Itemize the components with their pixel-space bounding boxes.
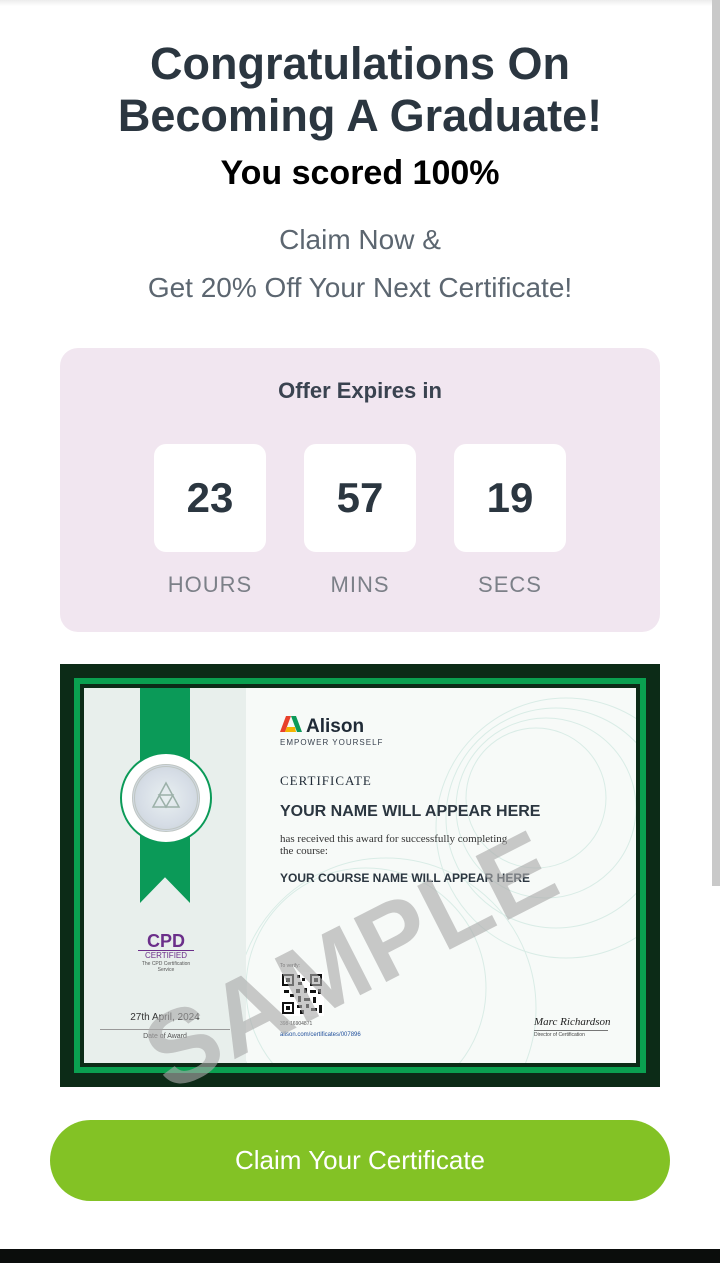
offer-title: Offer Expires in — [278, 378, 442, 403]
offer-countdown-panel: Offer Expires in 23 57 19 HOURS MINS SEC… — [60, 348, 660, 632]
certificate-preview: CPD CERTIFIED The CPD Certification Serv… — [60, 664, 660, 1087]
page-title: Congratulations On Becoming A Graduate! — [0, 38, 720, 142]
cpd-badge: CPD CERTIFIED The CPD Certification Serv… — [138, 932, 194, 973]
title-line-2: Becoming A Graduate! — [117, 90, 603, 141]
mins-label: MINS — [330, 572, 390, 597]
secs-box: 19 — [454, 444, 566, 552]
claim-text-line-2: Get 20% Off Your Next Certificate! — [147, 272, 573, 303]
alison-logo-icon — [280, 716, 302, 732]
seal-emblem-icon — [151, 781, 181, 809]
claim-certificate-button[interactable]: Claim Your Certificate — [50, 1120, 670, 1201]
brand-name: Alison — [306, 716, 365, 737]
signature: Marc Richardson — [534, 1016, 611, 1028]
title-line-1: Congratulations On — [150, 38, 570, 89]
bottom-bar — [0, 1249, 720, 1263]
signature-line — [534, 1030, 608, 1031]
mins-box: 57 — [304, 444, 416, 552]
certificate-heading: CERTIFICATE — [280, 773, 372, 788]
top-shade — [0, 0, 712, 6]
score-text: You scored 100% — [220, 154, 500, 192]
seal-icon — [120, 752, 212, 844]
brand-tagline: EMPOWER YOURSELF — [280, 738, 384, 747]
claim-text-line-1: Claim Now & — [279, 224, 441, 255]
hours-box: 23 — [154, 444, 266, 552]
secs-label: SECS — [478, 572, 542, 597]
signature-title: Director of Certification — [534, 1032, 585, 1038]
hours-label: HOURS — [167, 572, 253, 597]
